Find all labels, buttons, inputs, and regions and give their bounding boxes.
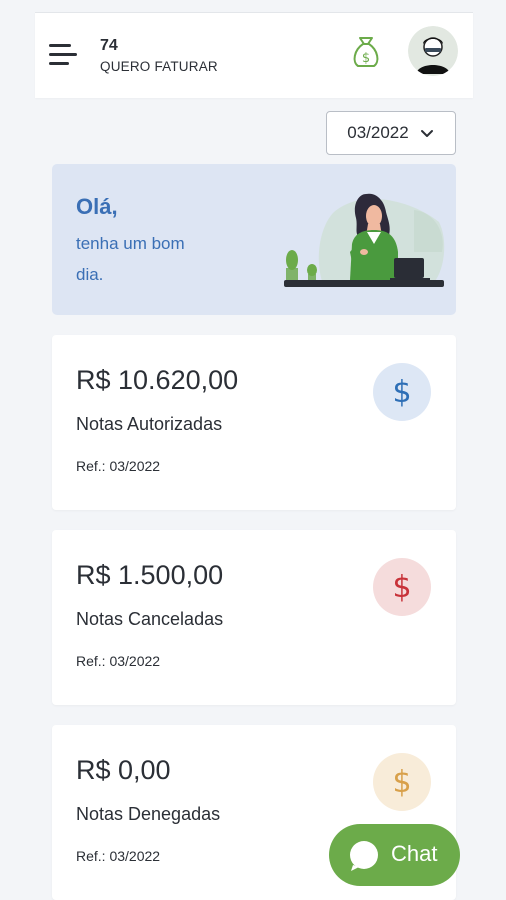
card-amount: R$ 10.620,00 (76, 365, 239, 395)
dollar-icon: $ (373, 753, 431, 811)
svg-text:$: $ (362, 51, 370, 66)
app-header: 74 QUERO FATURAR $ (35, 12, 473, 98)
chat-bubble-icon (350, 841, 378, 871)
card-ref: Ref.: 03/2022 (76, 848, 161, 864)
card-label: Notas Denegadas (76, 804, 221, 824)
user-avatar[interactable] (408, 26, 458, 76)
greeting-banner: Olá, tenha um bom dia. (52, 164, 456, 315)
period-select[interactable]: 03/2022 (326, 111, 456, 155)
chevron-down-icon (420, 130, 433, 137)
summary-card-authorized[interactable]: R$ 10.620,00 Notas Autorizadas Ref.: 03/… (52, 335, 456, 510)
dollar-icon: $ (373, 363, 431, 421)
chat-button[interactable]: Chat (329, 824, 460, 886)
card-amount: R$ 1.500,00 (76, 560, 224, 590)
card-ref: Ref.: 03/2022 (76, 458, 161, 474)
card-ref: Ref.: 03/2022 (76, 653, 161, 669)
dollar-icon: $ (373, 558, 431, 616)
hamburger-menu-icon[interactable] (49, 44, 77, 68)
card-amount: R$ 0,00 (76, 755, 171, 785)
money-bag-icon[interactable]: $ (346, 32, 386, 72)
greeting-line-1: tenha um bom (76, 234, 185, 253)
greeting-title: Olá, (76, 194, 118, 219)
card-label: Notas Autorizadas (76, 414, 223, 434)
chat-label: Chat (391, 841, 438, 866)
period-value: 03/2022 (347, 123, 409, 142)
company-name: QUERO FATURAR (100, 59, 218, 74)
card-label: Notas Canceladas (76, 609, 224, 629)
greeting-line-2: dia. (76, 265, 104, 284)
company-number: 74 (100, 37, 118, 54)
woman-at-desk-illustration (284, 193, 445, 287)
summary-card-cancelled[interactable]: R$ 1.500,00 Notas Canceladas Ref.: 03/20… (52, 530, 456, 705)
